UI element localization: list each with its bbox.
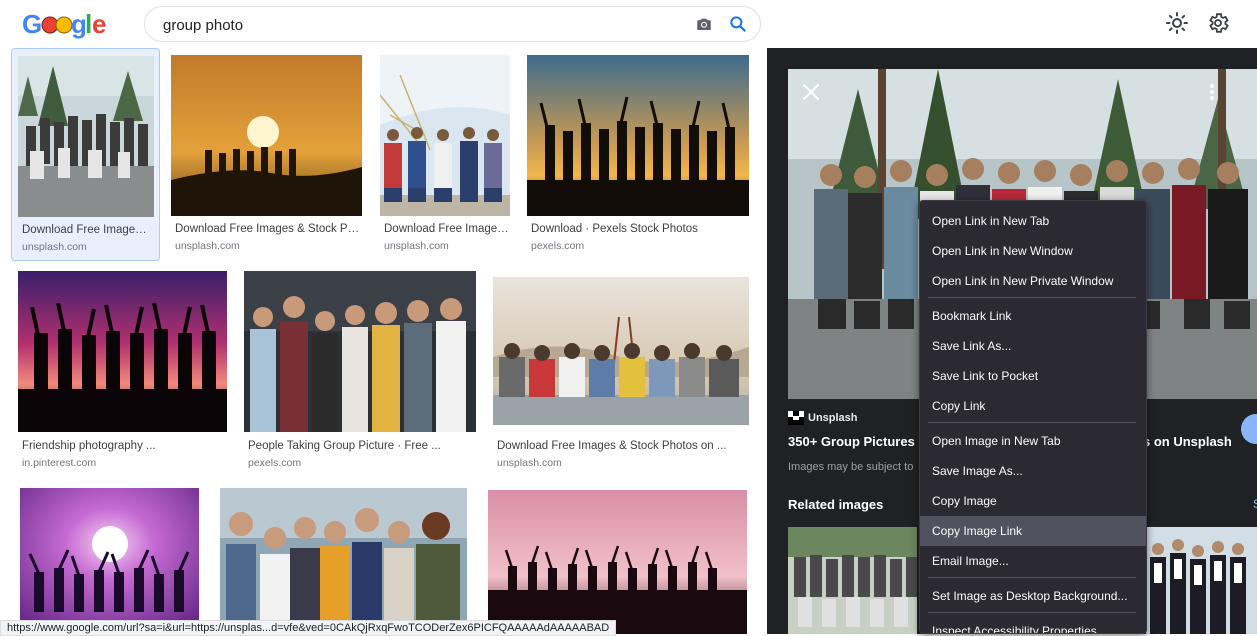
result-title[interactable]: Friendship photography ... [22, 440, 227, 452]
image-results-grid: Download Free Images ... unsplash.com Do… [0, 48, 767, 634]
result-card[interactable]: Friendship photography ... in.pinterest.… [18, 271, 227, 473]
result-thumbnail[interactable] [493, 277, 749, 425]
menu-save-link-as[interactable]: Save Link As... [920, 331, 1146, 361]
result-card[interactable]: Download · Pexels Stock Photos pexels.co… [527, 55, 749, 265]
result-source: in.pinterest.com [22, 457, 97, 469]
result-title[interactable]: Download Free Images ... [22, 224, 148, 236]
copyright-note: Images may be subject to [788, 461, 914, 473]
result-card[interactable] [488, 490, 747, 634]
menu-copy-image-link[interactable]: Copy Image Link [920, 516, 1146, 546]
result-card[interactable] [220, 488, 467, 634]
menu-open-link-new-window[interactable]: Open Link in New Window [920, 236, 1146, 266]
brightness-icon[interactable] [1165, 11, 1189, 35]
result-title[interactable]: Download Free Images & Stock Photos on .… [497, 440, 749, 452]
result-source: pexels.com [531, 240, 585, 252]
camera-icon[interactable] [695, 15, 713, 33]
menu-copy-image[interactable]: Copy Image [920, 486, 1146, 516]
result-thumbnail[interactable] [380, 55, 510, 216]
menu-open-link-new-tab[interactable]: Open Link in New Tab [920, 206, 1146, 236]
result-source: unsplash.com [384, 240, 449, 252]
result-card[interactable]: People Taking Group Picture · Free ... p… [244, 271, 476, 473]
result-thumbnail[interactable] [220, 488, 467, 634]
result-thumbnail[interactable] [20, 488, 199, 634]
result-title[interactable]: People Taking Group Picture · Free ... [248, 440, 476, 452]
menu-separator [928, 297, 1136, 298]
result-title[interactable]: Download Free Images & Stock Pho... [175, 223, 361, 235]
menu-open-image-new-tab[interactable]: Open Image in New Tab [920, 426, 1146, 456]
result-card[interactable]: Download Free Images & Stock Photos on .… [493, 271, 749, 473]
search-box[interactable] [144, 6, 761, 43]
menu-separator [928, 422, 1136, 423]
result-title[interactable]: Download · Pexels Stock Photos [531, 223, 749, 235]
menu-inspect-accessibility[interactable]: Inspect Accessibility Properties [920, 616, 1146, 633]
search-input[interactable] [161, 7, 685, 43]
result-thumbnail[interactable] [488, 490, 747, 634]
menu-separator [928, 612, 1136, 613]
google-doodle-logo[interactable]: G g l e [20, 8, 106, 40]
site-name[interactable]: Unsplash [808, 412, 858, 424]
result-title[interactable]: Download Free Images... [384, 223, 510, 235]
visit-button[interactable] [1241, 414, 1257, 444]
svg-text:G: G [22, 9, 42, 39]
context-menu: Open Link in New Tab Open Link in New Wi… [919, 200, 1147, 634]
result-card[interactable]: Download Free Images... unsplash.com [380, 55, 510, 265]
result-card[interactable]: Download Free Images & Stock Pho... unsp… [171, 55, 362, 265]
result-thumbnail[interactable] [18, 56, 154, 217]
result-thumbnail[interactable] [18, 271, 227, 432]
result-card[interactable] [20, 488, 199, 634]
related-image[interactable] [788, 527, 917, 634]
svg-text:e: e [92, 9, 106, 39]
menu-separator [928, 577, 1136, 578]
settings-icon[interactable] [1206, 11, 1230, 35]
result-thumbnail[interactable] [527, 55, 749, 216]
menu-bookmark-link[interactable]: Bookmark Link [920, 301, 1146, 331]
close-icon[interactable] [799, 80, 823, 104]
search-icon[interactable] [728, 14, 748, 34]
preview-title[interactable]: 350+ Group Pictures | [788, 434, 922, 449]
more-options-icon[interactable] [1203, 80, 1221, 104]
menu-open-link-private-window[interactable]: Open Link in New Private Window [920, 266, 1146, 296]
result-source: unsplash.com [497, 457, 562, 469]
top-bar: G g l e [0, 0, 1257, 48]
menu-set-desktop-background[interactable]: Set Image as Desktop Background... [920, 581, 1146, 611]
related-images-heading: Related images [788, 497, 884, 512]
related-image[interactable] [1146, 527, 1257, 634]
result-source: unsplash.com [22, 241, 87, 253]
result-thumbnail[interactable] [244, 271, 476, 432]
menu-save-image-as[interactable]: Save Image As... [920, 456, 1146, 486]
menu-save-link-to-pocket[interactable]: Save Link to Pocket [920, 361, 1146, 391]
menu-email-image[interactable]: Email Image... [920, 546, 1146, 576]
result-card[interactable]: Download Free Images ... unsplash.com [11, 48, 160, 261]
result-thumbnail[interactable] [171, 55, 362, 216]
menu-copy-link[interactable]: Copy Link [920, 391, 1146, 421]
unsplash-logo-icon [788, 411, 804, 425]
see-more-link[interactable]: S [1253, 497, 1257, 511]
result-source: pexels.com [248, 457, 302, 469]
preview-title-end[interactable]: s on Unsplash [1143, 434, 1232, 449]
result-source: unsplash.com [175, 240, 240, 252]
